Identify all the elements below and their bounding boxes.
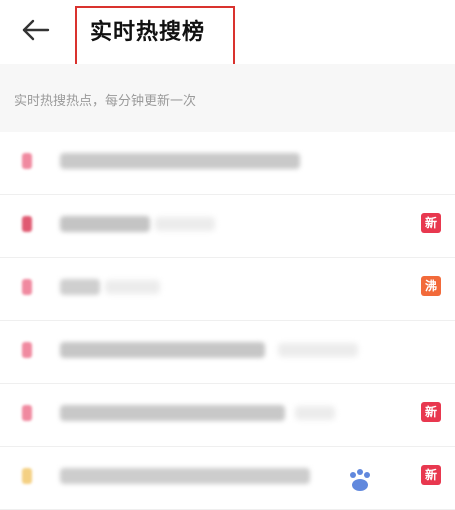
blurred-topic-text: [60, 216, 150, 232]
page-title: 实时热搜榜: [90, 20, 206, 45]
rank-indicator: [22, 153, 32, 169]
blurred-topic-text: [60, 342, 265, 358]
blurred-topic-text: [60, 468, 310, 484]
blurred-topic-meta: [105, 280, 160, 294]
blurred-topic-text: [60, 153, 300, 169]
top-bar: 实时热搜榜: [0, 0, 455, 74]
new-badge: 新: [421, 402, 441, 422]
list-item[interactable]: 新: [0, 384, 455, 447]
arrow-left-icon[interactable]: [18, 12, 54, 48]
rank-indicator: [22, 405, 32, 421]
list-item[interactable]: 新: [0, 195, 455, 258]
rank-indicator: [22, 216, 32, 232]
blurred-topic-meta: [295, 406, 335, 420]
rank-indicator: [22, 468, 32, 484]
blurred-topic-meta: [155, 217, 215, 231]
hot-badge: 沸: [421, 276, 441, 296]
blurred-topic-text: [60, 279, 100, 295]
subheader: 实时热搜热点，每分钟更新一次: [0, 64, 455, 132]
list-item[interactable]: [0, 321, 455, 384]
hot-search-list: 新 沸 新 新: [0, 132, 455, 510]
new-badge: 新: [421, 213, 441, 233]
blurred-topic-meta: [278, 343, 358, 357]
update-frequency-note: 实时热搜热点，每分钟更新一次: [14, 94, 197, 109]
rank-indicator: [22, 279, 32, 295]
rank-indicator: [22, 342, 32, 358]
list-item[interactable]: 沸: [0, 258, 455, 321]
list-item[interactable]: [0, 132, 455, 195]
blurred-topic-text: [60, 405, 285, 421]
baidu-logo-watermark: [350, 469, 370, 491]
